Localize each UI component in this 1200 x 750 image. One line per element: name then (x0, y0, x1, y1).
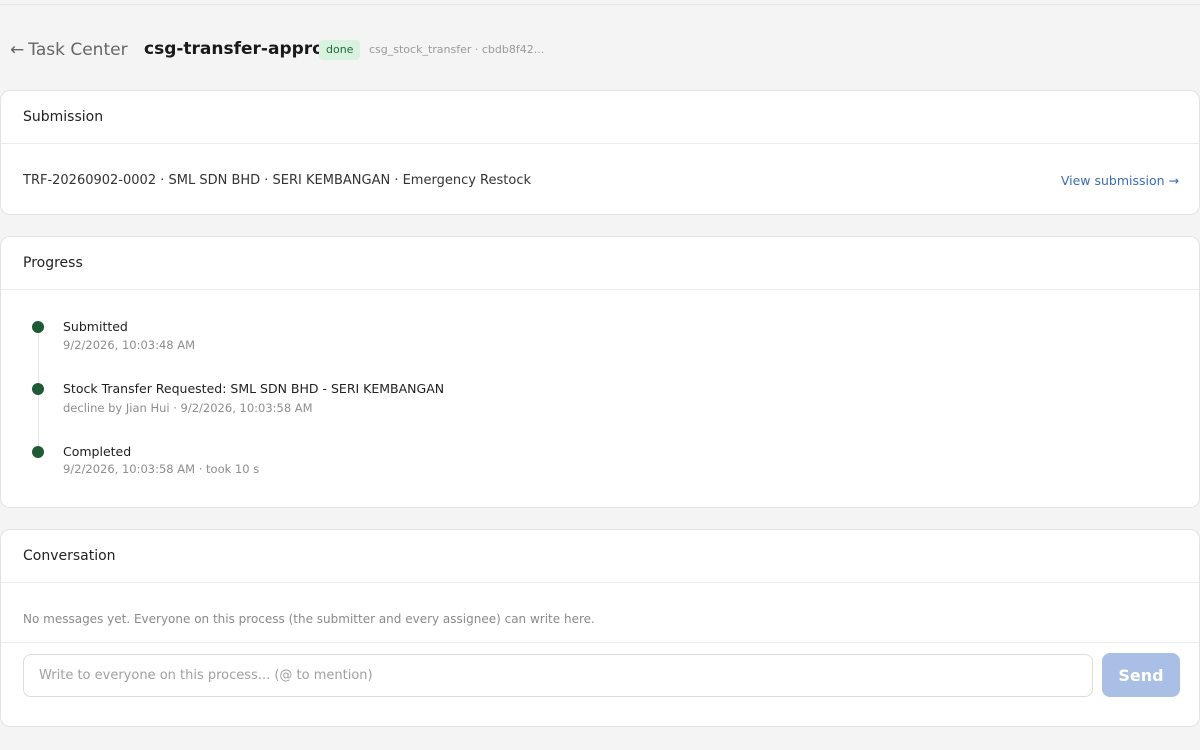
conversation-heading: Conversation (1, 530, 1199, 583)
step-title: Completed (63, 444, 132, 459)
conversation-divider (1, 642, 1199, 643)
status-badge: done (319, 40, 361, 60)
step-dot-icon (32, 383, 44, 395)
progress-heading: Progress (1, 237, 1199, 290)
conversation-empty-text: No messages yet. Everyone on this proces… (23, 612, 595, 626)
send-button[interactable]: Send (1102, 653, 1180, 697)
progress-card: Progress Submitted 9/2/2026, 10:03:48 AM… (0, 236, 1200, 508)
top-divider (0, 4, 1200, 5)
step-title: Submitted (63, 319, 128, 334)
step-subtitle: decline by Jian Hui · 9/2/2026, 10:03:58… (63, 401, 313, 415)
step-title: Stock Transfer Requested: SML SDN BHD - … (63, 381, 445, 396)
process-meta: csg_stock_transfer · cbdb8f42... (369, 43, 545, 56)
step-subtitle: 9/2/2026, 10:03:58 AM · took 10 s (63, 462, 260, 476)
submission-heading: Submission (1, 91, 1199, 144)
view-submission-link[interactable]: View submission → (1061, 173, 1179, 188)
back-link-label: Task Center (28, 40, 128, 60)
back-link[interactable]: ← Task Center (10, 40, 128, 60)
message-input[interactable] (23, 654, 1093, 697)
step-subtitle: 9/2/2026, 10:03:48 AM (63, 338, 196, 352)
submission-summary: TRF-20260902-0002 · SML SDN BHD · SERI K… (23, 173, 531, 188)
step-dot-icon (32, 321, 44, 333)
submission-card: Submission TRF-20260902-0002 · SML SDN B… (0, 90, 1200, 215)
page-header: ← Task Center csg-transfer-approval done … (0, 36, 1200, 64)
conversation-card: Conversation No messages yet. Everyone o… (0, 529, 1200, 727)
arrow-left-icon: ← (10, 40, 25, 60)
step-dot-icon (32, 446, 44, 458)
